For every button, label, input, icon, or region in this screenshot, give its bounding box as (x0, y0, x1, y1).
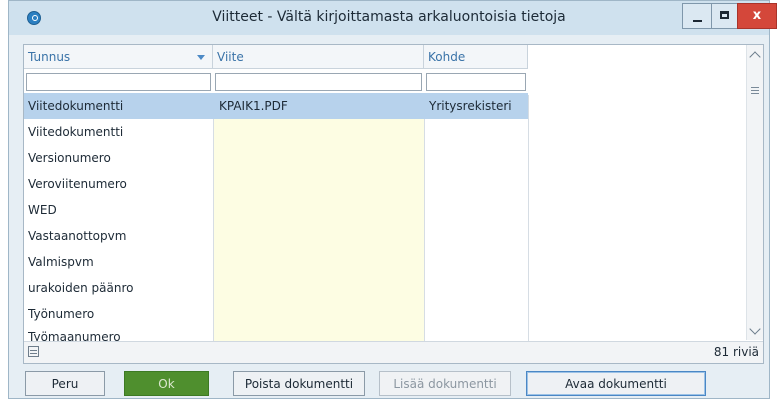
column-header-viite[interactable]: Viite (213, 45, 424, 69)
table-row[interactable]: Työnumero (24, 301, 528, 327)
table-row[interactable]: Viitedokumentti KPAIK1.PDF Yritysrekiste… (24, 93, 528, 119)
cell-tunnus: Valmispvm (28, 255, 94, 269)
filter-input-kohde[interactable] (426, 73, 526, 91)
table-row[interactable]: Versionumero (24, 145, 528, 171)
close-icon[interactable]: x (737, 3, 777, 29)
table-row[interactable]: urakoiden päänro (24, 275, 528, 301)
filter-input-viite[interactable] (215, 73, 422, 91)
references-grid: Tunnus Viite Kohde Viitedokumentti KPAIK… (23, 44, 764, 364)
row-count: 81 riviä (713, 345, 759, 359)
table-row[interactable]: Veroviitenumero (24, 171, 528, 197)
table-row[interactable]: Viitedokumentti (24, 119, 528, 145)
minimize-icon[interactable] (682, 3, 712, 29)
cancel-button[interactable]: Peru (25, 371, 105, 396)
window-title: Viitteet - Vältä kirjoittamasta arkaluon… (212, 9, 566, 25)
column-divider (528, 95, 529, 363)
cell-tunnus: Versionumero (28, 151, 111, 165)
cell-tunnus: Työmaanumero (28, 330, 121, 341)
cell-kohde: Yritysrekisteri (429, 99, 512, 113)
title-bar[interactable]: Viitteet - Vältä kirjoittamasta arkaluon… (9, 1, 777, 35)
vertical-scrollbar[interactable] (746, 45, 763, 340)
dialog-window: Viitteet - Vältä kirjoittamasta arkaluon… (8, 0, 777, 399)
scroll-thumb[interactable] (751, 85, 759, 96)
ok-button[interactable]: Ok (124, 371, 209, 396)
table-row[interactable]: Vastaanottopvm (24, 223, 528, 249)
table-row[interactable]: Valmispvm (24, 249, 528, 275)
column-header-label: Tunnus (28, 50, 71, 64)
cell-tunnus: Vastaanottopvm (28, 229, 127, 243)
cell-tunnus: Veroviitenumero (28, 177, 127, 191)
cell-tunnus: WED (28, 203, 57, 217)
sort-down-icon[interactable] (197, 55, 205, 60)
add-document-button[interactable]: Lisää dokumentti (379, 371, 511, 396)
cell-tunnus: Viitedokumentti (28, 125, 124, 139)
column-header-label: Kohde (428, 50, 466, 64)
scroll-down-icon[interactable] (749, 323, 761, 335)
cell-tunnus: Viitedokumentti (28, 99, 124, 113)
scroll-up-icon[interactable] (749, 51, 761, 63)
column-header-kohde[interactable]: Kohde (424, 45, 528, 69)
maximize-icon[interactable] (711, 3, 738, 29)
table-row[interactable]: WED (24, 197, 528, 223)
delete-document-button[interactable]: Poista dokumentti (233, 371, 365, 396)
cell-tunnus: urakoiden päänro (28, 281, 134, 295)
filter-input-tunnus[interactable] (26, 73, 211, 91)
cell-tunnus: Työnumero (28, 307, 95, 321)
table-row[interactable]: Työmaanumero (24, 327, 528, 341)
column-chooser-icon[interactable] (28, 346, 39, 357)
grid-footer: 81 riviä (24, 341, 763, 363)
column-header-label: Viite (217, 50, 244, 64)
column-header-tunnus[interactable]: Tunnus (24, 45, 213, 69)
open-document-button[interactable]: Avaa dokumentti (526, 371, 706, 396)
cell-viite[interactable]: KPAIK1.PDF (219, 93, 422, 119)
